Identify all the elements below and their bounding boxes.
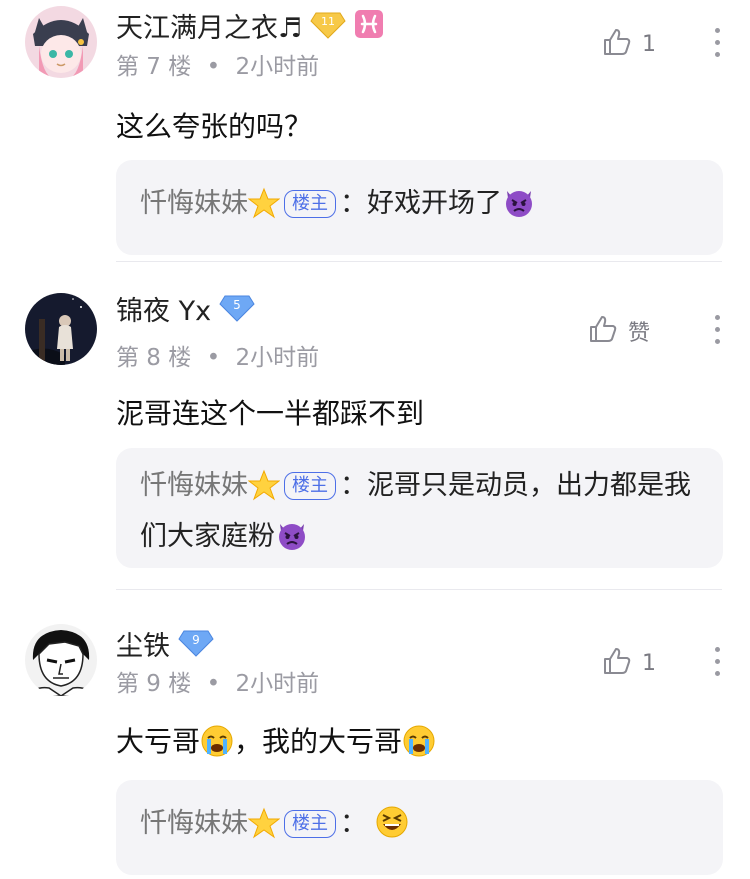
comment-content: 这么夸张的吗？ <box>116 110 313 143</box>
like-count: 1 <box>642 31 656 57</box>
star-emoji-icon <box>247 807 281 853</box>
comment-floor-7: 天江满月之衣♬ 11 第 7 楼 • 2小时前 1 这么夸张的吗？ 忏悔妹妹 楼主… <box>0 0 750 262</box>
crying-face-emoji-icon <box>200 724 234 765</box>
svg-text:11: 11 <box>321 15 335 28</box>
floor-meta: 第 8 楼 • 2小时前 <box>116 338 319 372</box>
laughing-face-emoji-icon <box>375 805 409 853</box>
meta-separator: • <box>206 345 221 371</box>
avatar[interactable] <box>25 624 97 696</box>
reply-separator: ： <box>340 808 367 839</box>
level-badge-icon: 5 <box>219 292 255 326</box>
username[interactable]: 尘铁 <box>116 624 170 663</box>
thumbs-up-icon <box>602 27 632 61</box>
reply-separator: ： <box>340 188 367 219</box>
comment-content: 大亏哥 ，我的大亏哥 <box>116 720 436 765</box>
comment-floor-9: 尘铁 9 第 9 楼 • 2小时前 1 大亏哥 ，我的大亏哥 忏悔妹妹 楼主： <box>0 590 750 879</box>
host-tag: 楼主 <box>284 472 336 500</box>
reply-box[interactable]: 忏悔妹妹 楼主： <box>116 780 723 875</box>
host-tag: 楼主 <box>284 810 336 838</box>
reply-author[interactable]: 忏悔妹妹 <box>140 470 248 501</box>
name-row: 尘铁 9 <box>116 624 214 663</box>
more-options-icon[interactable] <box>714 647 720 676</box>
reply-box[interactable]: 忏悔妹妹 楼主 ：好戏开场了 <box>116 160 723 255</box>
avatar[interactable] <box>25 293 97 365</box>
crying-face-emoji-icon <box>402 724 436 765</box>
meta-separator: • <box>206 54 221 80</box>
like-button[interactable]: 1 <box>602 646 656 680</box>
like-label: 赞 <box>628 321 651 346</box>
reply-text: 好戏开场了 <box>367 188 502 219</box>
post-time: 2小时前 <box>235 54 320 80</box>
reply-author[interactable]: 忏悔妹妹 <box>140 808 248 839</box>
comment-text-part: ，我的大亏哥 <box>234 725 403 758</box>
avatar[interactable] <box>25 6 97 78</box>
thumbs-up-icon <box>602 646 632 680</box>
name-row: 锦夜 Yx 5 <box>116 289 255 328</box>
more-options-icon[interactable] <box>714 28 720 57</box>
floor-number: 第 9 楼 <box>116 671 192 697</box>
svg-text:5: 5 <box>233 298 241 312</box>
level-badge-icon: 11 <box>310 9 346 43</box>
floor-meta: 第 9 楼 • 2小时前 <box>116 664 319 698</box>
star-emoji-icon <box>247 187 281 233</box>
floor-meta: 第 7 楼 • 2小时前 <box>116 47 319 81</box>
reply-author[interactable]: 忏悔妹妹 <box>140 188 248 219</box>
username[interactable]: 天江满月之衣♬ <box>116 6 302 45</box>
devil-emoji-icon <box>275 518 309 566</box>
floor-number: 第 8 楼 <box>116 345 192 371</box>
star-emoji-icon <box>247 469 281 515</box>
comment-text-part: 大亏哥 <box>116 725 201 758</box>
thumbs-up-icon <box>588 314 618 348</box>
like-button[interactable]: 1 <box>602 27 656 61</box>
svg-text:9: 9 <box>192 633 200 647</box>
reply-box[interactable]: 忏悔妹妹 楼主 ：泥哥只是动员，出力都是我们大家庭粉 <box>116 448 723 568</box>
post-time: 2小时前 <box>235 345 320 371</box>
username[interactable]: 锦夜 Yx <box>116 289 211 328</box>
name-row: 天江满月之衣♬ 11 <box>116 6 384 45</box>
devil-emoji-icon <box>502 185 536 233</box>
floor-number: 第 7 楼 <box>116 54 192 80</box>
host-tag: 楼主 <box>284 190 336 218</box>
level-badge-icon: 9 <box>178 627 214 661</box>
reply-separator: ： <box>340 470 367 501</box>
comment-floor-8: 锦夜 Yx 5 第 8 楼 • 2小时前 赞 泥哥连这个一半都踩不到 忏悔妹妹 楼… <box>0 262 750 590</box>
like-button[interactable]: 赞 <box>588 314 650 348</box>
like-count: 1 <box>642 650 656 676</box>
post-time: 2小时前 <box>235 671 320 697</box>
more-options-icon[interactable] <box>714 315 720 344</box>
meta-separator: • <box>206 671 221 697</box>
comment-content: 泥哥连这个一半都踩不到 <box>116 397 425 430</box>
pisces-zodiac-icon <box>354 9 384 43</box>
